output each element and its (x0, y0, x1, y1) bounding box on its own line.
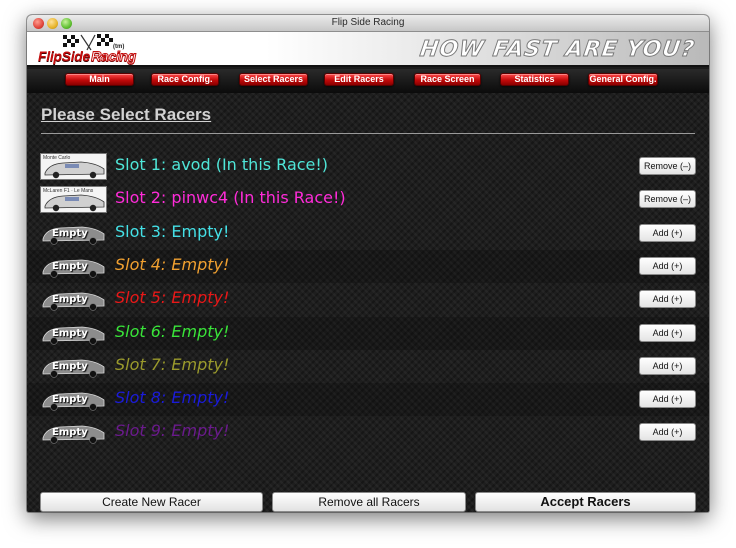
nav-statistics[interactable]: Statistics (500, 73, 569, 86)
empty-car-icon: Empty (40, 386, 107, 413)
empty-car-icon: Empty (40, 286, 107, 313)
add-racer-button[interactable]: Add (+) (639, 290, 696, 309)
racer-slot-row: Empty Slot 6: Empty! Add (+) (27, 316, 709, 350)
add-racer-button[interactable]: Add (+) (639, 223, 696, 242)
heading-divider (41, 133, 695, 134)
nav-edit-racers[interactable]: Edit Racers (324, 73, 394, 86)
app-window: Flip Side Racing FlipSideRacing (tm) HOW… (27, 15, 709, 512)
slot-label: Slot 6: Empty! (115, 321, 230, 341)
empty-thumbnail-label: Empty (52, 427, 88, 439)
create-new-racer-button[interactable]: Create New Racer (40, 492, 263, 512)
logo-text: FlipSide (38, 48, 91, 64)
app-banner: FlipSideRacing (tm) HOW FAST ARE YOU? (27, 32, 709, 67)
window-title: Flip Side Racing (331, 17, 405, 28)
thumbnail-caption: McLaren F1 · Le Mans (43, 188, 94, 195)
tagline: HOW FAST ARE YOU? (418, 37, 697, 63)
racer-slot-row: Empty Slot 9: Empty! Add (+) (27, 416, 709, 449)
slot-label: Slot 5: Empty! (115, 288, 230, 308)
thumbnail-caption: Monte Carlo (43, 155, 71, 161)
remove-racer-button[interactable]: Remove (–) (639, 190, 696, 209)
racer-car-thumbnail: McLaren F1 · Le Mans (40, 186, 107, 214)
title-bar[interactable]: Flip Side Racing (27, 15, 709, 32)
empty-car-icon: Empty (40, 320, 107, 347)
nav-select-racers[interactable]: Select Racers (239, 73, 308, 86)
remove-all-racers-button[interactable]: Remove all Racers (272, 492, 466, 512)
racer-slot-row: Empty Slot 5: Empty! Add (+) (27, 283, 709, 316)
app-logo: FlipSideRacing (38, 48, 137, 65)
empty-car-icon: Empty (40, 253, 107, 280)
add-racer-button[interactable]: Add (+) (639, 356, 696, 375)
slot-label: Slot 4: Empty! (115, 254, 230, 274)
empty-thumbnail-label: Empty (52, 260, 88, 272)
page-title: Please Select Racers (41, 105, 212, 124)
racer-slot-row: Empty Slot 8: Empty! Add (+) (27, 383, 709, 417)
empty-thumbnail-label: Empty (52, 394, 88, 406)
slot-label: Slot 1: avod (In this Race!) (115, 155, 329, 174)
empty-thumbnail-label: Empty (52, 327, 88, 339)
empty-car-icon: Empty (40, 220, 107, 247)
racer-slot-row: Empty Slot 4: Empty! Add (+) (27, 249, 709, 283)
racer-slot-row: Empty Slot 3: Empty! Add (+) (27, 217, 709, 250)
racer-car-thumbnail: Monte Carlo (40, 153, 107, 180)
accept-racers-button[interactable]: Accept Racers (475, 492, 696, 512)
remove-racer-button[interactable]: Remove (–) (639, 157, 696, 175)
racer-slot-row: Empty Slot 7: Empty! Add (+) (27, 350, 709, 383)
slot-label: Slot 7: Empty! (115, 354, 230, 374)
main-nav: Main Race Config. Select Racers Edit Rac… (27, 69, 709, 93)
logo-text-outline: Racing (91, 48, 137, 65)
empty-thumbnail-label: Empty (52, 294, 88, 306)
nav-race-screen[interactable]: Race Screen (414, 73, 481, 86)
empty-thumbnail-label: Empty (52, 227, 88, 239)
racer-slot-row: Monte Carlo Slot 1: avod (In this Race!) R… (27, 150, 709, 183)
add-racer-button[interactable]: Add (+) (639, 423, 696, 442)
select-racers-panel: Please Select Racers Monte Carlo Slot 1: … (27, 93, 709, 512)
nav-general-config[interactable]: General Config. (588, 73, 658, 86)
slot-label: Slot 8: Empty! (115, 388, 230, 408)
empty-thumbnail-label: Empty (52, 360, 88, 372)
racer-slot-row: McLaren F1 · Le Mans Slot 2: pinwc4 (In t… (27, 183, 709, 216)
slot-label: Slot 2: pinwc4 (In this Race!) (115, 188, 346, 208)
logo-trademark: (tm) (113, 44, 125, 50)
empty-car-icon: Empty (40, 419, 107, 446)
slot-label: Slot 9: Empty! (115, 421, 230, 441)
add-racer-button[interactable]: Add (+) (639, 390, 696, 409)
nav-main[interactable]: Main (65, 73, 134, 86)
nav-race-config[interactable]: Race Config. (151, 73, 219, 86)
empty-car-icon: Empty (40, 353, 107, 380)
slot-label: Slot 3: Empty! (115, 221, 230, 241)
add-racer-button[interactable]: Add (+) (639, 256, 696, 275)
add-racer-button[interactable]: Add (+) (639, 323, 696, 342)
